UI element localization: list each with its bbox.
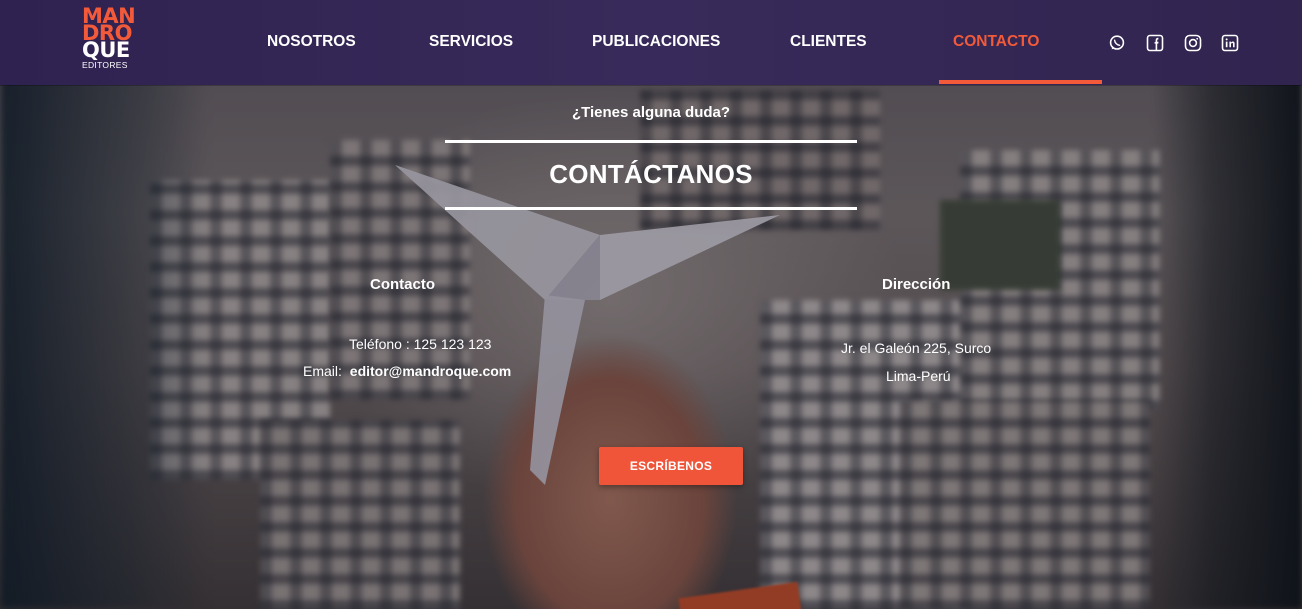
address-line-1: Jr. el Galeón 225, Surco: [841, 340, 992, 356]
email-label: Email:: [303, 363, 342, 379]
nav-item-publicaciones[interactable]: PUBLICACIONES: [592, 33, 720, 51]
logo-subtitle: EDITORES: [82, 60, 128, 70]
instagram-icon[interactable]: [1184, 34, 1202, 52]
title-divider-bottom: [445, 207, 857, 210]
page-title: CONTÁCTANOS: [549, 159, 753, 189]
address-line-2: Lima-Perú: [886, 368, 951, 384]
section-question: ¿Tienes alguna duda?: [571, 104, 731, 121]
background-photo: [0, 0, 1302, 609]
contact-email-row: Email: editor@mandroque.com: [303, 363, 511, 379]
site-header: MAN DRO QUE EDITORES NOSOTROS SERVICIOS …: [0, 0, 1302, 85]
nav-item-nosotros[interactable]: NOSOTROS: [267, 33, 356, 51]
nav-item-servicios[interactable]: SERVICIOS: [429, 33, 513, 51]
contact-phone: Teléfono : 125 123 123: [349, 336, 492, 352]
nav-item-clientes[interactable]: CLIENTES: [790, 33, 867, 51]
email-link[interactable]: editor@mandroque.com: [350, 363, 511, 379]
address-heading: Dirección: [882, 276, 951, 293]
nav-item-contacto[interactable]: CONTACTO: [953, 33, 1039, 51]
whatsapp-icon[interactable]: [1108, 34, 1126, 52]
contact-heading: Contacto: [370, 276, 435, 293]
nav-active-indicator: [939, 80, 1102, 84]
facebook-icon[interactable]: [1146, 34, 1164, 52]
linkedin-icon[interactable]: [1221, 34, 1239, 52]
title-divider-top: [445, 140, 857, 143]
brand-logo[interactable]: MAN DRO QUE EDITORES: [82, 6, 142, 71]
dark-overlay: [0, 0, 1302, 609]
logo-line-3: QUE: [82, 38, 130, 62]
write-us-button[interactable]: ESCRÍBENOS: [599, 447, 743, 485]
